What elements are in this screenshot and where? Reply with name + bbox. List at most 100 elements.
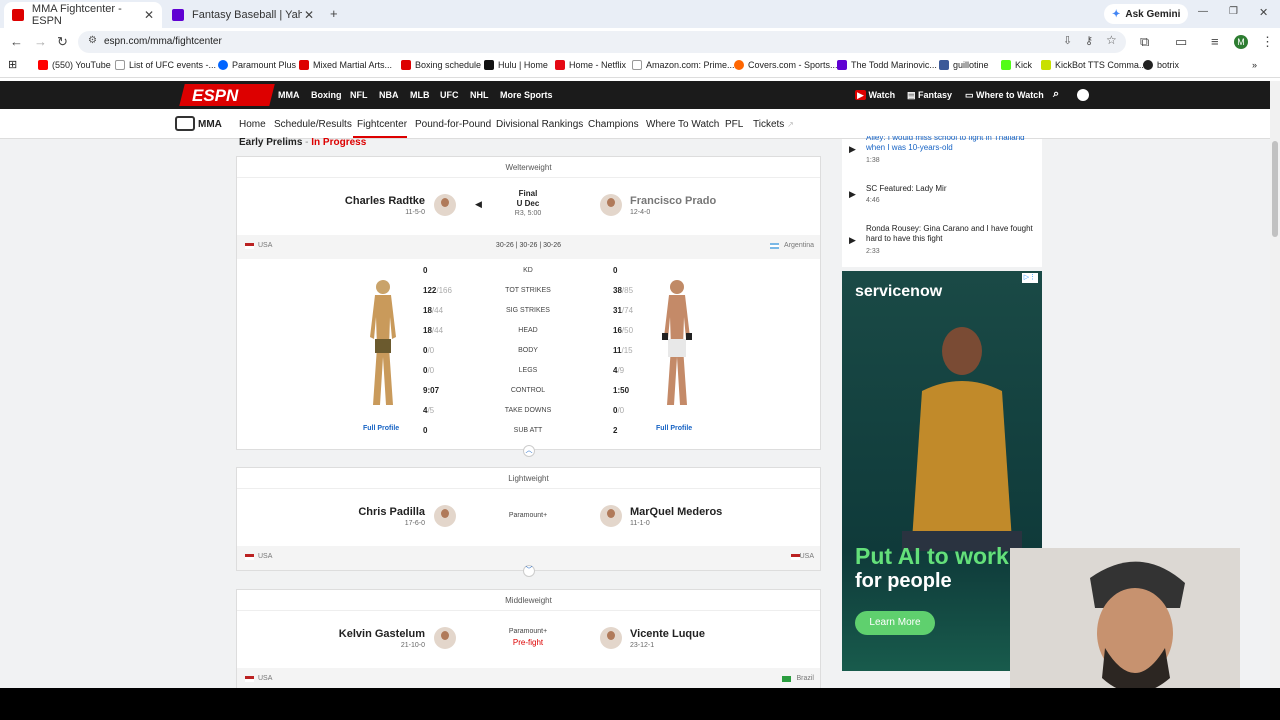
bookmark-item[interactable]: Covers.com - Sports... bbox=[734, 60, 838, 70]
fight-card[interactable]: Middleweight Kelvin Gastelum 21-10-0 Par… bbox=[236, 589, 821, 693]
bookmark-item[interactable]: Amazon.com: Prime... bbox=[632, 60, 735, 70]
fighter-name-blue[interactable]: Francisco Prado bbox=[630, 195, 716, 207]
fighter-avatar[interactable] bbox=[600, 627, 622, 649]
bookmark-item[interactable]: Paramount Plus bbox=[218, 60, 296, 70]
stat-attempted: /5 bbox=[427, 406, 435, 415]
bookmark-item[interactable]: botrix bbox=[1143, 60, 1179, 70]
subnav-pfl[interactable]: PFL bbox=[725, 119, 743, 130]
espn-logo[interactable]: ESPN bbox=[192, 86, 238, 106]
video-item[interactable]: ▶ SC Featured: Lady Mir 4:46 bbox=[842, 183, 1042, 213]
fight-card[interactable]: Lightweight Chris Padilla 17-6-0 Paramou… bbox=[236, 467, 821, 577]
fighter-avatar[interactable] bbox=[434, 505, 456, 527]
bookmark-item[interactable]: Kick bbox=[1001, 60, 1032, 70]
back-icon[interactable]: ← bbox=[10, 34, 23, 49]
fighter-name-blue[interactable]: Vicente Luque bbox=[630, 628, 705, 640]
close-window-icon[interactable]: ✕ bbox=[1259, 6, 1268, 19]
bookmark-item[interactable]: KickBot TTS Comma... bbox=[1041, 60, 1146, 70]
ad-choices-icon[interactable]: ▷⋮ bbox=[1022, 273, 1038, 283]
bookmark-item[interactable]: Home - Netflix bbox=[555, 60, 626, 70]
fighter-name-red[interactable]: Charles Radtke bbox=[345, 195, 425, 207]
stat-attempted: /0 bbox=[427, 366, 435, 375]
subnav-champions[interactable]: Champions bbox=[588, 119, 639, 130]
subnav-divisional-rankings[interactable]: Divisional Rankings bbox=[496, 119, 583, 130]
bookmark-item[interactable]: Hulu | Home bbox=[484, 60, 548, 70]
fighter-avatar[interactable] bbox=[434, 194, 456, 216]
extensions-icon[interactable]: ⧉ bbox=[1140, 34, 1149, 50]
fighter-avatar[interactable] bbox=[600, 505, 622, 527]
video-title[interactable]: SC Featured: Lady Mir bbox=[866, 184, 1036, 194]
subnav-home[interactable]: Home bbox=[239, 119, 266, 130]
downloads-icon[interactable]: ≡ bbox=[1211, 34, 1219, 49]
close-tab-icon[interactable]: ✕ bbox=[144, 8, 154, 22]
nav-nfl[interactable]: NFL bbox=[350, 90, 368, 100]
fighter-name-red[interactable]: Kelvin Gastelum bbox=[339, 628, 425, 640]
subnav-tickets[interactable]: Tickets ↗ bbox=[753, 119, 794, 130]
fight-card[interactable]: Welterweight Charles Radtke 11-5-0 ◀ Fin… bbox=[236, 156, 821, 457]
tab-yahoo[interactable]: Fantasy Baseball | Yahoo! Sports ✕ bbox=[164, 2, 322, 28]
nav-ufc[interactable]: UFC bbox=[440, 90, 459, 100]
scrollbar-thumb[interactable] bbox=[1272, 141, 1278, 237]
page-scrollbar[interactable] bbox=[1270, 81, 1280, 688]
forward-icon[interactable]: → bbox=[34, 34, 47, 49]
subnav-fightcenter[interactable]: Fightcenter bbox=[357, 119, 407, 130]
minimize-icon[interactable]: — bbox=[1198, 6, 1208, 17]
divider bbox=[237, 610, 820, 611]
video-title[interactable]: Ailey: I would miss school to fight in T… bbox=[866, 136, 1036, 153]
subnav-where-to-watch[interactable]: Where To Watch bbox=[646, 119, 719, 130]
bookmark-item[interactable]: The Todd Marinovic... bbox=[837, 60, 937, 70]
fighter-name-blue[interactable]: MarQuel Mederos bbox=[630, 506, 722, 518]
subnav-schedule-results[interactable]: Schedule/Results bbox=[274, 119, 352, 130]
nav-boxing[interactable]: Boxing bbox=[311, 90, 342, 100]
maximize-icon[interactable]: ❐ bbox=[1229, 6, 1238, 17]
video-title[interactable]: Ronda Rousey: Gina Carano and I have fou… bbox=[866, 224, 1036, 244]
fighter-avatar[interactable] bbox=[600, 194, 622, 216]
install-icon[interactable]: ⇩ bbox=[1063, 34, 1072, 47]
full-profile-link-blue[interactable]: Full Profile bbox=[656, 425, 692, 432]
watch-link[interactable]: ▶ Watch bbox=[855, 90, 895, 101]
where-to-watch-link[interactable]: ▭ Where to Watch bbox=[965, 90, 1044, 101]
user-account-icon[interactable] bbox=[1077, 89, 1089, 101]
tab-title: Fantasy Baseball | Yahoo! Sports bbox=[192, 9, 302, 21]
media-icon[interactable]: ▭ bbox=[1175, 34, 1187, 50]
bookmark-item[interactable]: List of UFC events -... bbox=[115, 60, 216, 70]
nav-mma[interactable]: MMA bbox=[278, 90, 300, 100]
video-item[interactable]: ▶ Ronda Rousey: Gina Carano and I have f… bbox=[842, 223, 1042, 263]
expand-chevron-icon[interactable]: ﹀ bbox=[523, 565, 535, 577]
nav-nhl[interactable]: NHL bbox=[470, 90, 489, 100]
fighter-name-red[interactable]: Chris Padilla bbox=[358, 506, 425, 518]
bookmark-item[interactable]: (550) YouTube bbox=[38, 60, 111, 70]
subnav-pound-for-pound[interactable]: Pound-for-Pound bbox=[415, 119, 491, 130]
apps-grid-icon[interactable]: ⊞ bbox=[8, 58, 17, 71]
bookmark-star-icon[interactable]: ☆ bbox=[1106, 33, 1117, 47]
tab-espn[interactable]: MMA Fightcenter - ESPN ✕ bbox=[4, 2, 162, 28]
nav-nba[interactable]: NBA bbox=[379, 90, 399, 100]
menu-kebab-icon[interactable]: ⋮ bbox=[1261, 34, 1274, 50]
bookmark-item[interactable]: Boxing schedule bbox=[401, 60, 481, 70]
mma-sub-logo[interactable]: MMA bbox=[198, 119, 222, 130]
profile-avatar[interactable]: M bbox=[1234, 35, 1248, 49]
site-info-icon[interactable]: ⚙ bbox=[88, 35, 97, 46]
password-key-icon[interactable]: ⚷ bbox=[1085, 34, 1093, 47]
fantasy-link[interactable]: ▤ Fantasy bbox=[907, 90, 952, 101]
nav-mlb[interactable]: MLB bbox=[410, 90, 430, 100]
bookmark-item[interactable]: Mixed Martial Arts... bbox=[299, 60, 392, 70]
new-tab-icon[interactable]: + bbox=[330, 6, 338, 21]
nav-more-sports[interactable]: More Sports bbox=[500, 90, 553, 100]
reload-icon[interactable]: ↻ bbox=[57, 34, 68, 50]
stat-label: TAKE DOWNS bbox=[504, 407, 552, 414]
bookmark-label: Hulu | Home bbox=[498, 60, 548, 70]
ask-gemini-button[interactable]: ✦ Ask Gemini bbox=[1104, 4, 1189, 24]
more-bookmarks-icon[interactable]: » bbox=[1252, 60, 1257, 70]
bookmark-item[interactable]: guillotine bbox=[939, 60, 989, 70]
video-item[interactable]: ▶ Ailey: I would miss school to fight in… bbox=[842, 136, 1042, 166]
address-bar[interactable]: ⚙ espn.com/mma/fightcenter ⇩ ⚷ ☆ bbox=[78, 31, 1126, 53]
search-icon[interactable]: ⌕ bbox=[1053, 88, 1059, 101]
full-profile-link-red[interactable]: Full Profile bbox=[363, 425, 399, 432]
close-tab-icon[interactable]: ✕ bbox=[304, 8, 314, 22]
url-text[interactable]: espn.com/mma/fightcenter bbox=[104, 36, 222, 47]
collapse-chevron-icon[interactable]: ︿ bbox=[523, 445, 535, 457]
fighter-avatar[interactable] bbox=[434, 627, 456, 649]
ad-learn-more-button[interactable]: Learn More bbox=[855, 611, 935, 635]
bookmark-label: (550) YouTube bbox=[52, 60, 111, 70]
fighter-record-blue: 23-12-1 bbox=[630, 642, 655, 649]
